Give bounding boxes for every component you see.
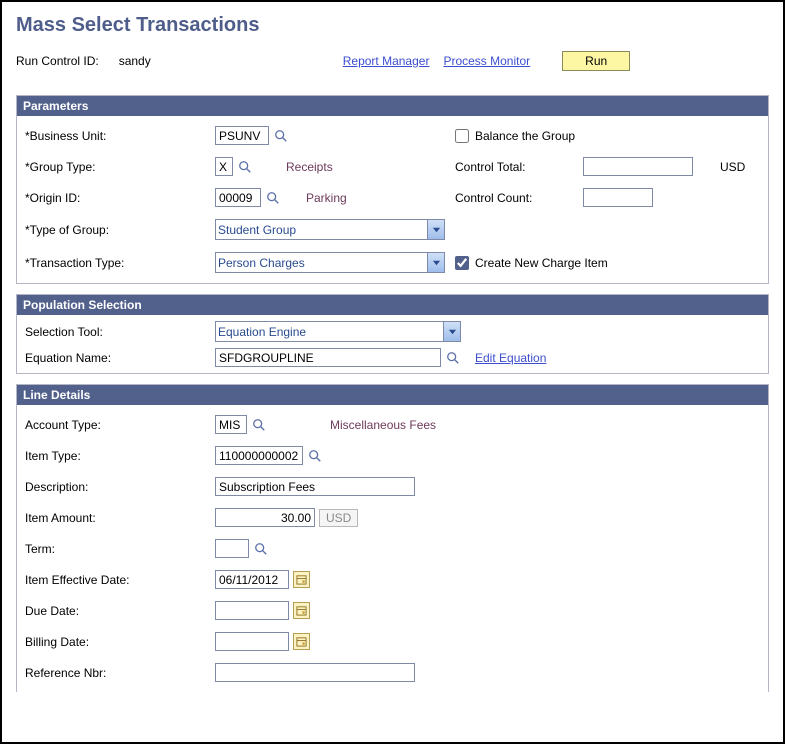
business-unit-label: Business Unit:: [25, 129, 215, 143]
currency-button[interactable]: USD: [319, 509, 358, 527]
lookup-icon[interactable]: [253, 541, 268, 556]
reference-nbr-input[interactable]: [215, 663, 415, 682]
account-type-desc: Miscellaneous Fees: [330, 418, 436, 432]
control-count-input[interactable]: [583, 188, 653, 207]
lookup-icon[interactable]: [237, 159, 252, 174]
type-of-group-label: Type of Group:: [25, 223, 215, 237]
create-new-charge-label: Create New Charge Item: [475, 256, 608, 270]
billing-date-input[interactable]: [215, 632, 289, 651]
control-total-input[interactable]: [583, 157, 693, 176]
group-type-desc: Receipts: [286, 160, 333, 174]
balance-group-label: Balance the Group: [475, 129, 575, 143]
population-header: Population Selection: [17, 295, 768, 315]
origin-id-label: Origin ID:: [25, 191, 215, 205]
description-input[interactable]: [215, 477, 415, 496]
origin-id-input[interactable]: [215, 188, 261, 207]
lookup-icon[interactable]: [273, 128, 288, 143]
lookup-icon[interactable]: [445, 350, 460, 365]
line-details-header: Line Details: [17, 385, 768, 405]
selection-tool-select-wrap: Equation Engine: [215, 321, 461, 342]
selection-tool-label: Selection Tool:: [25, 325, 215, 339]
type-of-group-select-wrap: Student Group: [215, 219, 445, 240]
line-details-section: Line Details Account Type: Miscellaneous…: [16, 384, 769, 692]
billing-date-label: Billing Date:: [25, 635, 215, 649]
process-monitor-link[interactable]: Process Monitor: [443, 54, 530, 68]
business-unit-input[interactable]: [215, 126, 269, 145]
create-new-charge-row[interactable]: Create New Charge Item: [455, 256, 760, 270]
control-count-label: Control Count:: [455, 191, 575, 205]
control-total-currency: USD: [720, 160, 760, 174]
lookup-icon[interactable]: [307, 448, 322, 463]
edit-equation-link[interactable]: Edit Equation: [475, 351, 546, 365]
account-type-label: Account Type:: [25, 418, 215, 432]
population-section: Population Selection Selection Tool: Equ…: [16, 294, 769, 374]
calendar-icon[interactable]: [293, 571, 310, 588]
item-amount-input[interactable]: [215, 508, 315, 527]
account-type-input[interactable]: [215, 415, 247, 434]
group-type-input[interactable]: [215, 157, 233, 176]
balance-group-checkbox[interactable]: [455, 129, 469, 143]
item-eff-date-input[interactable]: [215, 570, 289, 589]
item-type-label: Item Type:: [25, 449, 215, 463]
calendar-icon[interactable]: [293, 602, 310, 619]
item-type-input[interactable]: [215, 446, 303, 465]
run-control-value: sandy: [119, 54, 151, 68]
run-control-label: Run Control ID:: [16, 54, 99, 68]
item-amount-label: Item Amount:: [25, 511, 215, 525]
parameters-section: Parameters Business Unit: Balance the Gr…: [16, 95, 769, 284]
balance-group-checkbox-row[interactable]: Balance the Group: [455, 129, 760, 143]
due-date-label: Due Date:: [25, 604, 215, 618]
run-control-row: Run Control ID: sandy Report Manager Pro…: [16, 51, 769, 71]
origin-id-desc: Parking: [306, 191, 347, 205]
report-manager-link[interactable]: Report Manager: [343, 54, 430, 68]
run-button[interactable]: Run: [562, 51, 630, 71]
term-label: Term:: [25, 542, 215, 556]
group-type-label: Group Type:: [25, 160, 215, 174]
transaction-type-select-wrap: Person Charges: [215, 252, 445, 273]
transaction-type-label: Transaction Type:: [25, 256, 215, 270]
equation-name-input[interactable]: [215, 348, 441, 367]
control-total-label: Control Total:: [455, 160, 575, 174]
due-date-input[interactable]: [215, 601, 289, 620]
term-input[interactable]: [215, 539, 249, 558]
reference-nbr-label: Reference Nbr:: [25, 666, 215, 680]
create-new-charge-checkbox[interactable]: [455, 256, 469, 270]
equation-name-label: Equation Name:: [25, 351, 215, 365]
selection-tool-select[interactable]: Equation Engine: [215, 321, 461, 342]
type-of-group-select[interactable]: Student Group: [215, 219, 445, 240]
item-eff-date-label: Item Effective Date:: [25, 573, 215, 587]
description-label: Description:: [25, 480, 215, 494]
lookup-icon[interactable]: [251, 417, 266, 432]
lookup-icon[interactable]: [265, 190, 280, 205]
page-title: Mass Select Transactions: [16, 14, 769, 37]
parameters-header: Parameters: [17, 96, 768, 116]
transaction-type-select[interactable]: Person Charges: [215, 252, 445, 273]
calendar-icon[interactable]: [293, 633, 310, 650]
